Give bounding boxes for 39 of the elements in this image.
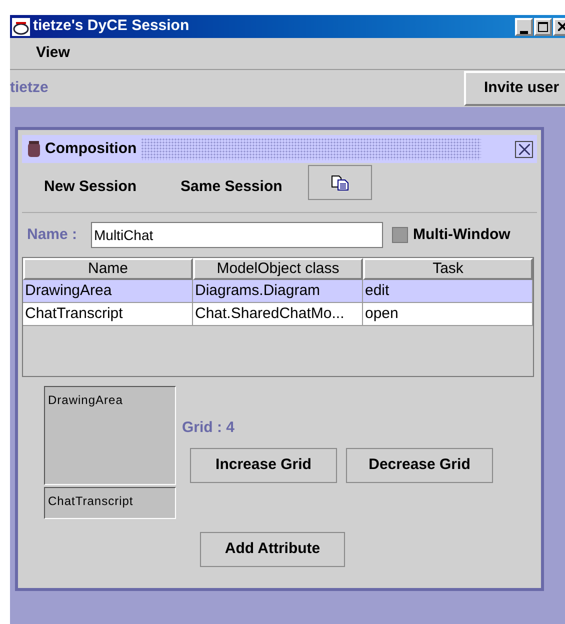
grid-button[interactable]: Increase Grid [190, 448, 337, 482]
multi-window-checkbox[interactable] [392, 227, 408, 243]
maximize-icon [538, 22, 548, 32]
name-field[interactable]: MultiChat [91, 222, 383, 248]
table-cell: open [363, 303, 533, 325]
table-row[interactable]: ChatTranscript Chat.SharedChatMo... open [23, 303, 533, 326]
frame-title: Composition [45, 138, 137, 159]
add-attribute-button[interactable]: Add Attribute [200, 532, 345, 567]
column-header[interactable]: Task [363, 258, 533, 280]
table-cell: ChatTranscript [23, 303, 193, 325]
minimize-button[interactable] [515, 18, 533, 36]
copy-icon [331, 174, 350, 190]
app-icon [12, 18, 30, 36]
grid-label: Grid : 4 [182, 418, 236, 438]
copy-button[interactable] [308, 165, 372, 200]
close-icon [518, 144, 530, 154]
table-cell: edit [363, 280, 533, 302]
name-label: Name : [27, 224, 78, 245]
table-cell: Diagrams.Diagram [193, 280, 363, 302]
column-header[interactable]: ModelObject class [193, 258, 363, 280]
multi-window-label: Multi-Window [413, 224, 510, 245]
user-name: tietze [10, 78, 48, 98]
grid-button[interactable]: Decrease Grid [346, 448, 493, 482]
close-button[interactable] [515, 140, 533, 158]
maximize-button[interactable] [534, 18, 552, 36]
invite-user-button[interactable]: Invite user [464, 71, 565, 106]
session-option[interactable]: Same Session [180, 176, 282, 199]
table-cell: DrawingArea [23, 280, 193, 302]
minimize-icon [520, 30, 528, 34]
close-icon [558, 22, 565, 31]
window-title: tietze's DyCE Session [33, 16, 190, 36]
preview-pane: ChatTranscript [44, 487, 176, 519]
session-option[interactable]: New Session [44, 176, 137, 199]
jar-icon [26, 140, 42, 158]
table-row[interactable]: DrawingArea Diagrams.Diagram edit [23, 280, 533, 303]
menu-item[interactable]: View [36, 42, 70, 65]
preview-pane: DrawingArea [44, 386, 176, 485]
table-cell: Chat.SharedChatMo... [193, 303, 363, 325]
column-header[interactable]: Name [23, 258, 193, 280]
